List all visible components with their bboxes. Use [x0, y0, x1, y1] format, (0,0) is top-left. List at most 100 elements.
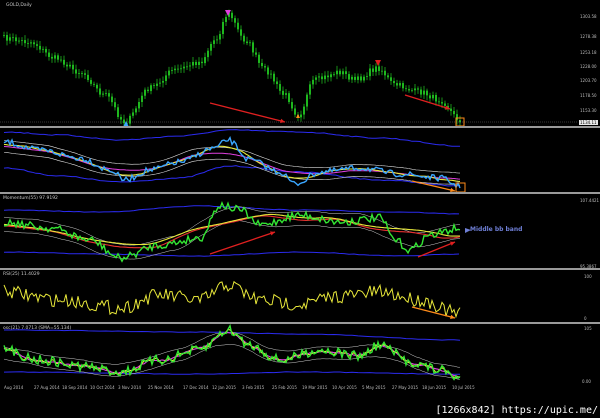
candle-body: [150, 85, 152, 92]
candle-body: [60, 59, 62, 61]
candle-body: [72, 64, 74, 70]
candle-body: [363, 76, 365, 81]
candle-body: [315, 77, 317, 80]
price-scale-label: 1253.18: [580, 50, 597, 55]
candle-body: [108, 93, 110, 97]
pane-separator[interactable]: [0, 322, 600, 324]
divergence-arrow: [209, 102, 286, 123]
candle-body: [87, 74, 89, 81]
candle-body: [66, 64, 68, 67]
osc-scale-label: 105: [584, 326, 592, 331]
candle-body: [129, 115, 131, 124]
candle-body: [15, 37, 17, 42]
price-scale-label: 1303.58: [580, 14, 597, 19]
candle-body: [225, 16, 227, 22]
candle-body: [198, 61, 200, 65]
pane-separator[interactable]: [0, 192, 600, 194]
divergence-arrow: [209, 231, 276, 255]
candle-body: [33, 42, 35, 45]
candle-body: [339, 70, 341, 75]
candle-body: [441, 102, 443, 104]
candle-body: [306, 94, 308, 107]
candle-body: [9, 37, 11, 41]
rsi-pane[interactable]: [3, 280, 461, 319]
candle-body: [384, 70, 386, 76]
price-scale-label: 1178.50: [580, 93, 597, 98]
candle-body: [378, 66, 380, 71]
time-axis-label: Aug 2014: [4, 385, 24, 390]
candle-body: [390, 77, 392, 81]
candle-body: [24, 40, 26, 44]
candle-body: [279, 84, 281, 91]
candle-body: [36, 44, 38, 46]
osc-lower-band: [3, 371, 461, 375]
candle-body: [18, 40, 20, 42]
candle-body: [147, 89, 149, 92]
pane-separator[interactable]: [0, 268, 600, 270]
candle-body: [111, 96, 113, 103]
candle-body: [444, 103, 446, 106]
momentum-pane[interactable]: [3, 201, 471, 263]
candle-body: [93, 83, 95, 85]
candle-body: [159, 82, 161, 84]
time-axis-label: 3 Nov 2014: [118, 385, 142, 390]
candle-body: [288, 93, 290, 103]
candle-body: [435, 94, 437, 102]
up-marker-orange: [296, 114, 300, 118]
candle-body: [387, 75, 389, 78]
candle-body: [360, 76, 362, 81]
candle-body: [114, 102, 116, 108]
osc-line: [3, 323, 461, 381]
candle-body: [342, 71, 344, 75]
divergence-arrow-head: [270, 231, 275, 236]
candle-body: [396, 83, 398, 86]
trading-chart[interactable]: [0, 0, 600, 418]
candle-body: [117, 107, 119, 118]
candle-body: [156, 83, 158, 86]
candle-body: [330, 74, 332, 78]
pane-separator[interactable]: [0, 126, 600, 128]
price-scale-label: 1153.30: [580, 108, 597, 113]
candle-body: [249, 42, 251, 44]
candle-body: [348, 74, 350, 80]
candle-body: [402, 83, 404, 89]
candle-body: [261, 62, 263, 67]
candle-body: [345, 71, 347, 75]
candle-body: [312, 79, 314, 85]
candle-body: [96, 84, 98, 89]
candle-body: [327, 75, 329, 78]
candle-body: [78, 73, 80, 74]
main-price-pane[interactable]: [0, 9, 578, 128]
candle-body: [27, 43, 29, 44]
candle-body: [354, 76, 356, 80]
osc-pane-label: osc(21) 7.0713 (SMA=55.134): [3, 326, 72, 331]
bollinger-pane[interactable]: [3, 129, 466, 193]
candle-body: [453, 111, 455, 115]
candle-body: [291, 102, 293, 109]
candle-body: [102, 93, 104, 95]
rsi-line: [3, 280, 461, 319]
candle-body: [195, 61, 197, 65]
candle-body: [219, 34, 221, 40]
candle-body: [153, 85, 155, 87]
osc-pane[interactable]: [3, 323, 461, 381]
candle-body: [57, 55, 59, 60]
candle-body: [174, 68, 176, 71]
candle-body: [42, 48, 44, 50]
candle-body: [6, 35, 8, 41]
candle-body: [21, 40, 23, 41]
candle-body: [123, 119, 125, 124]
candle-body: [168, 70, 170, 76]
divergence-arrow: [404, 94, 451, 110]
candle-body: [255, 52, 257, 55]
candle-body: [285, 93, 287, 95]
candle-body: [393, 80, 395, 84]
candle-body: [258, 54, 260, 63]
main-pane-label: GOLD,Daily: [6, 3, 32, 8]
candle-body: [69, 64, 71, 67]
candle-body: [213, 40, 215, 44]
candle-body: [450, 108, 452, 112]
candle-body: [30, 42, 32, 44]
candle-body: [318, 76, 320, 78]
time-axis[interactable]: Aug 2014 27 Aug 2014 18 Sep 2014 10 Oct 201…: [0, 385, 600, 393]
